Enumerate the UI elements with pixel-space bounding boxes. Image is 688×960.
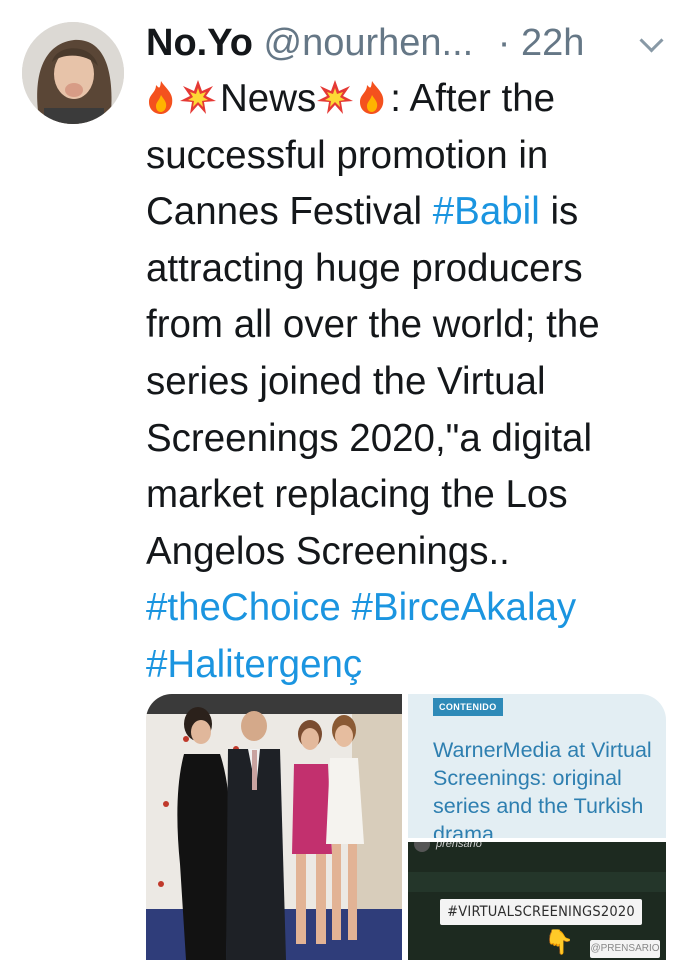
tweet-text-line: Angelos Screenings.. (146, 529, 510, 573)
hashtag-link[interactable]: #Babil (433, 190, 540, 233)
hashtag-link[interactable]: #Halitergenç (146, 643, 362, 686)
tweet-text-line: successful promotion in (146, 133, 549, 177)
article-tag: CONTENIDO (433, 698, 503, 716)
separator-dot: · (497, 22, 511, 64)
fire-icon (360, 81, 384, 114)
article-title: WarnerMedia at Virtual Screenings: origi… (433, 738, 652, 838)
user-handle[interactable]: @nourhen... (264, 22, 474, 64)
tweet-text-line: : After the (390, 77, 556, 120)
tweet-text-line: market replacing the Los (146, 473, 568, 517)
photo-red-carpet[interactable] (146, 694, 402, 960)
tweet-text-line: series joined the Virtual (146, 359, 546, 403)
fire-icon (149, 81, 173, 114)
story-mention: @PRENSARIO (590, 940, 660, 958)
hashtag-line: #theChoice #BirceAkalay (146, 580, 671, 637)
avatar[interactable] (22, 22, 124, 124)
tweet-line-3: Cannes Festival #Babil is (146, 184, 671, 241)
tweet-text-line: Cannes Festival (146, 190, 433, 234)
article-screenshot[interactable]: CONTENIDO WarnerMedia at Virtual Screeni… (408, 694, 666, 838)
red-carpet-photo (146, 694, 402, 960)
collision-icon (317, 80, 354, 114)
tweet-text-line: from all over the world; the (146, 303, 600, 347)
news-word: News (220, 77, 317, 120)
chevron-down-icon[interactable] (639, 28, 664, 53)
tweet-text-line: Screenings 2020,"a digital (146, 416, 593, 460)
tweet-line-1: News : After the (146, 71, 671, 128)
tweet-text: News : After the successful promotion in… (146, 71, 671, 694)
story-hashtag: #VIRTUALSCREENINGS2020 (440, 899, 642, 925)
media-grid[interactable]: CONTENIDO WarnerMedia at Virtual Screeni… (146, 694, 666, 960)
tweet-header: No.Yo @nourhen... · 22h (146, 18, 666, 68)
pointing-down-icon: 👇 (544, 929, 574, 956)
hashtag-line: #Halitergenç (146, 637, 671, 694)
hashtag-link[interactable]: #BirceAkalay (351, 586, 576, 629)
hashtag-link[interactable]: #theChoice (146, 586, 341, 629)
avatar-image (22, 22, 124, 124)
story-username: prensario (436, 842, 482, 850)
collision-icon (180, 80, 216, 114)
instagram-story-screenshot[interactable]: prensario #VIRTUALSCREENINGS2020 👇 @PREN… (408, 842, 666, 960)
tweet-text-fragment: is (539, 190, 579, 234)
tweet-time[interactable]: 22h (521, 22, 584, 64)
tweet-text-line: attracting huge producers (146, 246, 583, 290)
display-name[interactable]: No.Yo (146, 22, 253, 64)
